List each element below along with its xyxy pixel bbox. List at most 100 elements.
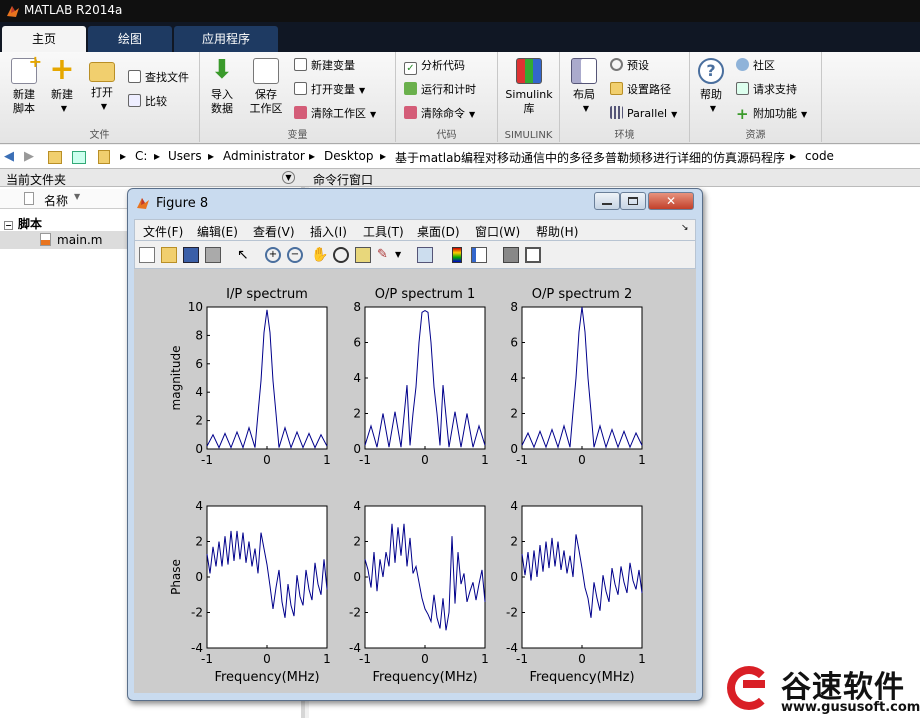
sort-arrow-icon[interactable]: ▼ — [74, 192, 80, 201]
community-button[interactable]: 社区 — [736, 56, 775, 76]
up-folder-icon[interactable] — [48, 151, 62, 164]
menu-file[interactable]: 文件(F) — [143, 223, 183, 240]
rotate-3d-icon[interactable] — [333, 247, 349, 263]
tab-apps[interactable]: 应用程序 — [174, 26, 278, 52]
add-ons-button[interactable]: + 附加功能 ▼ — [736, 104, 807, 124]
parallel-label: Parallel — [627, 107, 668, 120]
ribbon-tabs: 主页 绘图 应用程序 — [0, 22, 920, 52]
folder-icon — [610, 82, 623, 95]
breadcrumb-item[interactable]: Administrator — [223, 149, 305, 163]
link-plot-icon[interactable] — [417, 247, 433, 263]
import-data-button[interactable]: ⬇ 导入 数据 — [198, 57, 246, 116]
hide-plot-tools-icon[interactable] — [503, 247, 519, 263]
menu-window[interactable]: 窗口(W) — [475, 223, 520, 240]
gear-icon — [610, 58, 623, 71]
y-tick-label: -2 — [349, 606, 361, 620]
save-icon[interactable] — [183, 247, 199, 263]
group-label-file: 文件 — [89, 130, 110, 141]
x-tick-label: 1 — [638, 652, 646, 666]
y-tick-label: 2 — [353, 535, 361, 549]
analyze-code-button[interactable]: ✓ 分析代码 — [404, 56, 465, 76]
chevron-down-icon: ▼ — [469, 110, 476, 119]
colorbar-icon[interactable] — [452, 247, 462, 263]
open-label: 打开 — [91, 86, 113, 99]
pan-hand-icon[interactable]: ✋ — [311, 247, 328, 263]
open-variable-icon — [294, 82, 307, 95]
panel-menu-icon[interactable]: ▼ — [282, 171, 295, 184]
new-figure-icon[interactable] — [139, 247, 155, 263]
breadcrumb-separator-icon: ▸ — [380, 149, 387, 163]
breadcrumb-item[interactable]: Users — [168, 149, 202, 163]
zoom-out-icon[interactable]: − — [287, 247, 303, 263]
folder-group-header[interactable]: − 脚本 — [4, 215, 42, 232]
x-tick-label: 0 — [578, 453, 586, 467]
name-column-header[interactable]: 名称 — [44, 192, 68, 209]
breadcrumb-item[interactable]: Desktop — [324, 149, 374, 163]
run-and-time-button[interactable]: 运行和计时 — [404, 80, 476, 100]
breadcrumb-item[interactable]: code — [805, 149, 834, 163]
menu-insert[interactable]: 插入(I) — [310, 223, 347, 240]
open-variable-button[interactable]: 打开变量 ▼ — [294, 80, 365, 100]
chevron-down-icon: ▼ — [671, 110, 678, 119]
import-data-label: 导入 数据 — [211, 88, 233, 115]
set-path-button[interactable]: 设置路径 — [610, 80, 671, 100]
new-variable-button[interactable]: 新建变量 — [294, 56, 355, 76]
y-tick-label: 0 — [510, 570, 518, 584]
chevron-down-icon: ▼ — [801, 110, 808, 119]
brush-icon[interactable]: ✎ — [377, 247, 393, 263]
collapse-icon[interactable]: − — [4, 221, 13, 230]
x-axis-label: Frequency(MHz) — [529, 670, 634, 685]
open-button[interactable]: 打开 ▼ — [78, 58, 126, 114]
simulink-library-icon — [516, 58, 542, 84]
menu-edit[interactable]: 编辑(E) — [197, 223, 238, 240]
axes-box — [206, 306, 328, 450]
dock-arrow-icon[interactable]: ↘ — [681, 223, 689, 233]
environment-group: 布局 ▼ 预设 设置路径 Parallel ▼ 环境 — [560, 52, 690, 142]
eraser-icon — [404, 106, 417, 119]
menu-tools[interactable]: 工具(T) — [363, 223, 404, 240]
parallel-button[interactable]: Parallel ▼ — [610, 104, 677, 124]
close-button[interactable]: ✕ — [648, 192, 694, 210]
simulink-library-button[interactable]: Simulink 库 — [505, 58, 553, 116]
layout-icon — [571, 58, 597, 84]
menu-view[interactable]: 查看(V) — [253, 223, 295, 240]
breadcrumb-item[interactable]: C: — [135, 149, 147, 163]
forward-arrow-icon[interactable]: ▶ — [24, 149, 34, 164]
show-plot-tools-icon[interactable] — [525, 247, 541, 263]
back-arrow-icon[interactable]: ◀ — [4, 149, 14, 164]
clear-workspace-button[interactable]: 清除工作区 ▼ — [294, 104, 376, 124]
print-icon[interactable] — [205, 247, 221, 263]
breadcrumb-item[interactable]: 基于matlab编程对移动通信中的多径多普勒频移进行详细的仿真源码程序 — [395, 149, 785, 166]
select-arrow-icon[interactable]: ↖ — [237, 247, 253, 263]
minimize-button[interactable] — [594, 192, 620, 210]
menu-help[interactable]: 帮助(H) — [536, 223, 578, 240]
maximize-button[interactable] — [620, 192, 646, 210]
browse-folder-icon[interactable] — [72, 151, 86, 164]
find-files-button[interactable]: 查找文件 — [128, 68, 189, 88]
clear-workspace-label: 清除工作区 — [311, 107, 366, 120]
chevron-down-icon[interactable]: ▼ — [395, 247, 411, 263]
save-workspace-button[interactable]: 保存 工作区 — [242, 58, 290, 116]
y-tick-label: 2 — [353, 407, 361, 421]
compare-button[interactable]: 比较 — [128, 92, 167, 112]
zoom-in-icon[interactable]: + — [265, 247, 281, 263]
x-tick-label: 1 — [638, 453, 646, 467]
tab-plots[interactable]: 绘图 — [88, 26, 172, 52]
variable-group: ⬇ 导入 数据 保存 工作区 新建变量 打开变量 ▼ 清除工作区 ▼ 变量 — [200, 52, 396, 142]
request-support-button[interactable]: 请求支持 — [736, 80, 797, 100]
menu-desktop[interactable]: 桌面(D) — [417, 223, 460, 240]
preferences-button[interactable]: 预设 — [610, 56, 649, 76]
plus-icon: + — [49, 52, 75, 87]
help-label: 帮助 — [700, 88, 722, 101]
x-tick-label: 0 — [263, 652, 271, 666]
tab-home[interactable]: 主页 — [2, 26, 86, 52]
clear-commands-button[interactable]: 清除命令 ▼ — [404, 104, 475, 124]
layout-button[interactable]: 布局 ▼ — [560, 58, 608, 116]
legend-icon[interactable] — [471, 247, 487, 263]
help-button[interactable]: ? 帮助 ▼ — [687, 58, 735, 116]
y-tick-label: -2 — [191, 606, 203, 620]
data-cursor-icon[interactable] — [355, 247, 371, 263]
x-tick-label: 1 — [323, 652, 331, 666]
open-file-icon[interactable] — [161, 247, 177, 263]
x-axis-label: Frequency(MHz) — [372, 670, 477, 685]
